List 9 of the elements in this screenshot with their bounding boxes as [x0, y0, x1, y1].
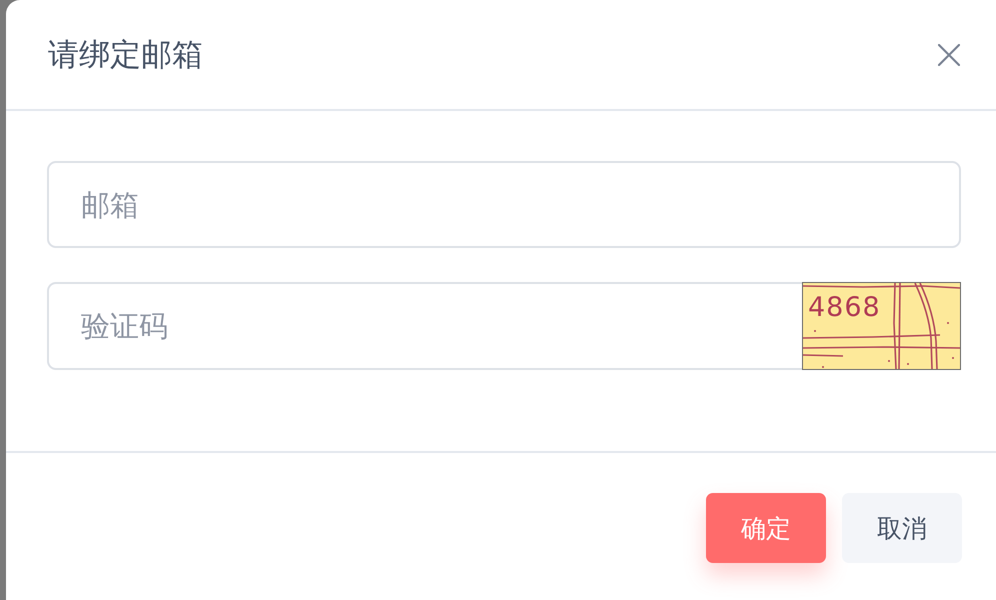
cancel-button[interactable]: 取消	[842, 493, 962, 563]
close-icon	[938, 44, 960, 66]
captcha-image[interactable]: 4868	[802, 282, 961, 370]
email-field[interactable]: 邮箱	[47, 161, 961, 248]
captcha-code: 4868	[808, 291, 881, 325]
confirm-button[interactable]: 确定	[706, 493, 826, 563]
close-button[interactable]	[938, 44, 960, 66]
captcha-field[interactable]: 验证码	[47, 282, 802, 370]
dialog-title: 请绑定邮箱	[48, 36, 203, 74]
